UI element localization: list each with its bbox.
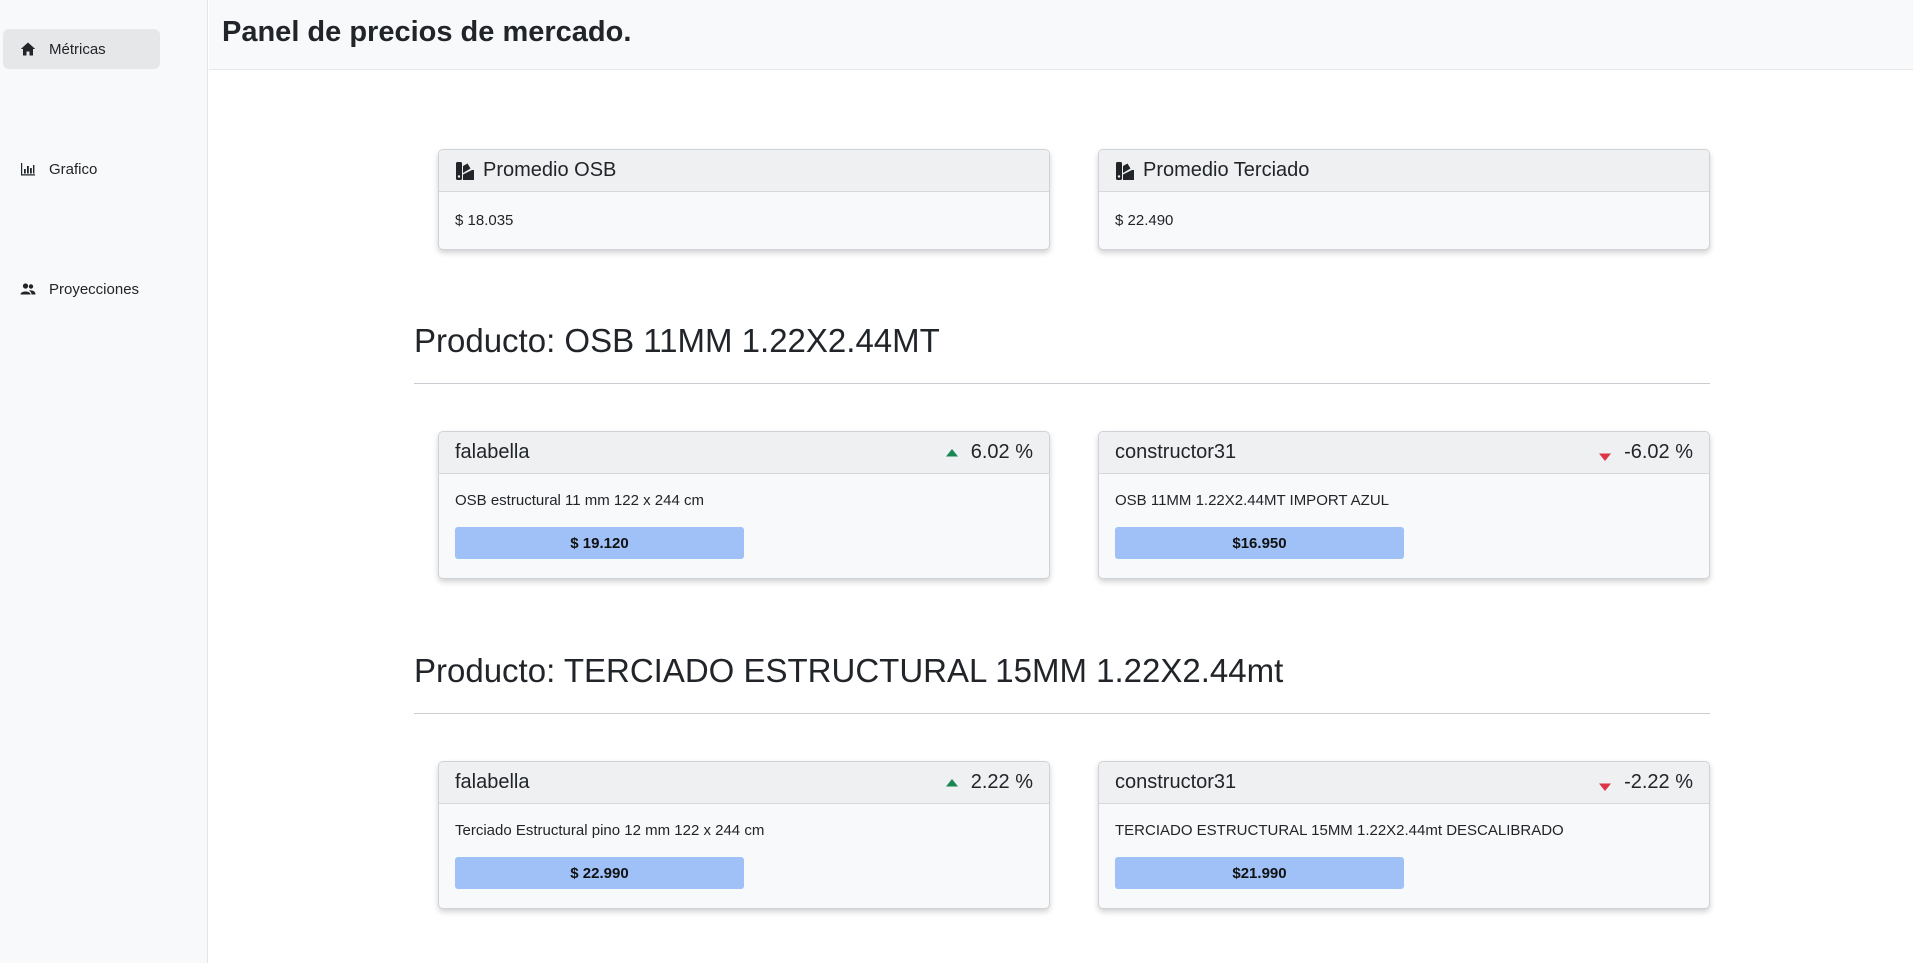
summary-card-terciado: Promedio Terciado $ 22.490 [1098,149,1710,250]
sidebar-item-label: Proyecciones [49,280,140,298]
sidebar: Métricas Grafico Proyecciones [0,0,208,963]
card-body: OSB estructural 11 mm 122 x 244 cm $ 19.… [439,474,1049,559]
caret-up-icon [945,448,959,458]
page-title: Panel de precios de mercado. [222,16,632,48]
store-name: constructor31 [1115,771,1237,793]
product-title: Producto: TERCIADO ESTRUCTURAL 15MM 1.22… [414,652,1284,689]
section-divider [414,383,1710,384]
offer-card: falabella 6.02 % OSB estructural 11 mm 1… [438,431,1050,579]
swatches-icon [1115,160,1135,182]
store-name: falabella [455,441,530,463]
card-body: $ 22.490 [1099,192,1709,229]
card-body: TERCIADO ESTRUCTURAL 15MM 1.22X2.44mt DE… [1099,804,1709,889]
price-change: 2.22 % [945,771,1033,794]
store-name: constructor31 [1115,441,1237,463]
product-description: OSB 11MM 1.22X2.44MT IMPORT AZUL [1115,492,1389,509]
price-badge: $ 22.990 [455,857,744,889]
price-badge: $21.990 [1115,857,1404,889]
sidebar-item-grafico[interactable]: Grafico [3,149,160,189]
users-icon [19,281,37,297]
caret-down-icon [1598,782,1612,792]
product-title: Producto: OSB 11MM 1.22X2.44MT [414,322,940,359]
card-header: Promedio Terciado [1099,150,1709,192]
offer-card: constructor31 -6.02 % OSB 11MM 1.22X2.44… [1098,431,1710,579]
sidebar-item-metricas[interactable]: Métricas [3,29,160,69]
caret-up-icon [945,778,959,788]
card-header: falabella 2.22 % [439,762,1049,804]
card-body: Terciado Estructural pino 12 mm 122 x 24… [439,804,1049,889]
summary-value: $ 18.035 [455,212,514,229]
summary-title: Promedio Terciado [1143,159,1310,181]
card-body: $ 18.035 [439,192,1049,229]
price-change: -2.22 % [1598,771,1693,794]
price-badge: $16.950 [1115,527,1404,559]
product-description: TERCIADO ESTRUCTURAL 15MM 1.22X2.44mt DE… [1115,822,1564,839]
sidebar-item-proyecciones[interactable]: Proyecciones [3,269,160,309]
card-header: falabella 6.02 % [439,432,1049,474]
summary-value: $ 22.490 [1115,212,1174,229]
change-percent: -2.22 % [1624,771,1693,793]
price-badge: $ 19.120 [455,527,744,559]
summary-title: Promedio OSB [483,159,617,181]
caret-down-icon [1598,452,1612,462]
change-percent: 6.02 % [970,441,1033,463]
top-bar: Panel de precios de mercado. [209,0,1913,70]
price-change: -6.02 % [1598,441,1693,464]
card-header: constructor31 -6.02 % [1099,432,1709,474]
section-divider [414,713,1710,714]
offer-card: falabella 2.22 % Terciado Estructural pi… [438,761,1050,909]
change-percent: -6.02 % [1624,441,1693,463]
product-description: Terciado Estructural pino 12 mm 122 x 24… [455,822,765,839]
offer-card: constructor31 -2.22 % TERCIADO ESTRUCTUR… [1098,761,1710,909]
change-percent: 2.22 % [970,771,1033,793]
card-header: constructor31 -2.22 % [1099,762,1709,804]
card-body: OSB 11MM 1.22X2.44MT IMPORT AZUL $16.950 [1099,474,1709,559]
bar-chart-icon [19,161,37,177]
card-header: Promedio OSB [439,150,1049,192]
swatches-icon [455,160,475,182]
home-icon [19,41,37,57]
sidebar-item-label: Métricas [49,40,106,58]
product-description: OSB estructural 11 mm 122 x 244 cm [455,492,704,509]
price-change: 6.02 % [945,441,1033,464]
sidebar-item-label: Grafico [49,160,98,178]
summary-card-osb: Promedio OSB $ 18.035 [438,149,1050,250]
store-name: falabella [455,771,530,793]
